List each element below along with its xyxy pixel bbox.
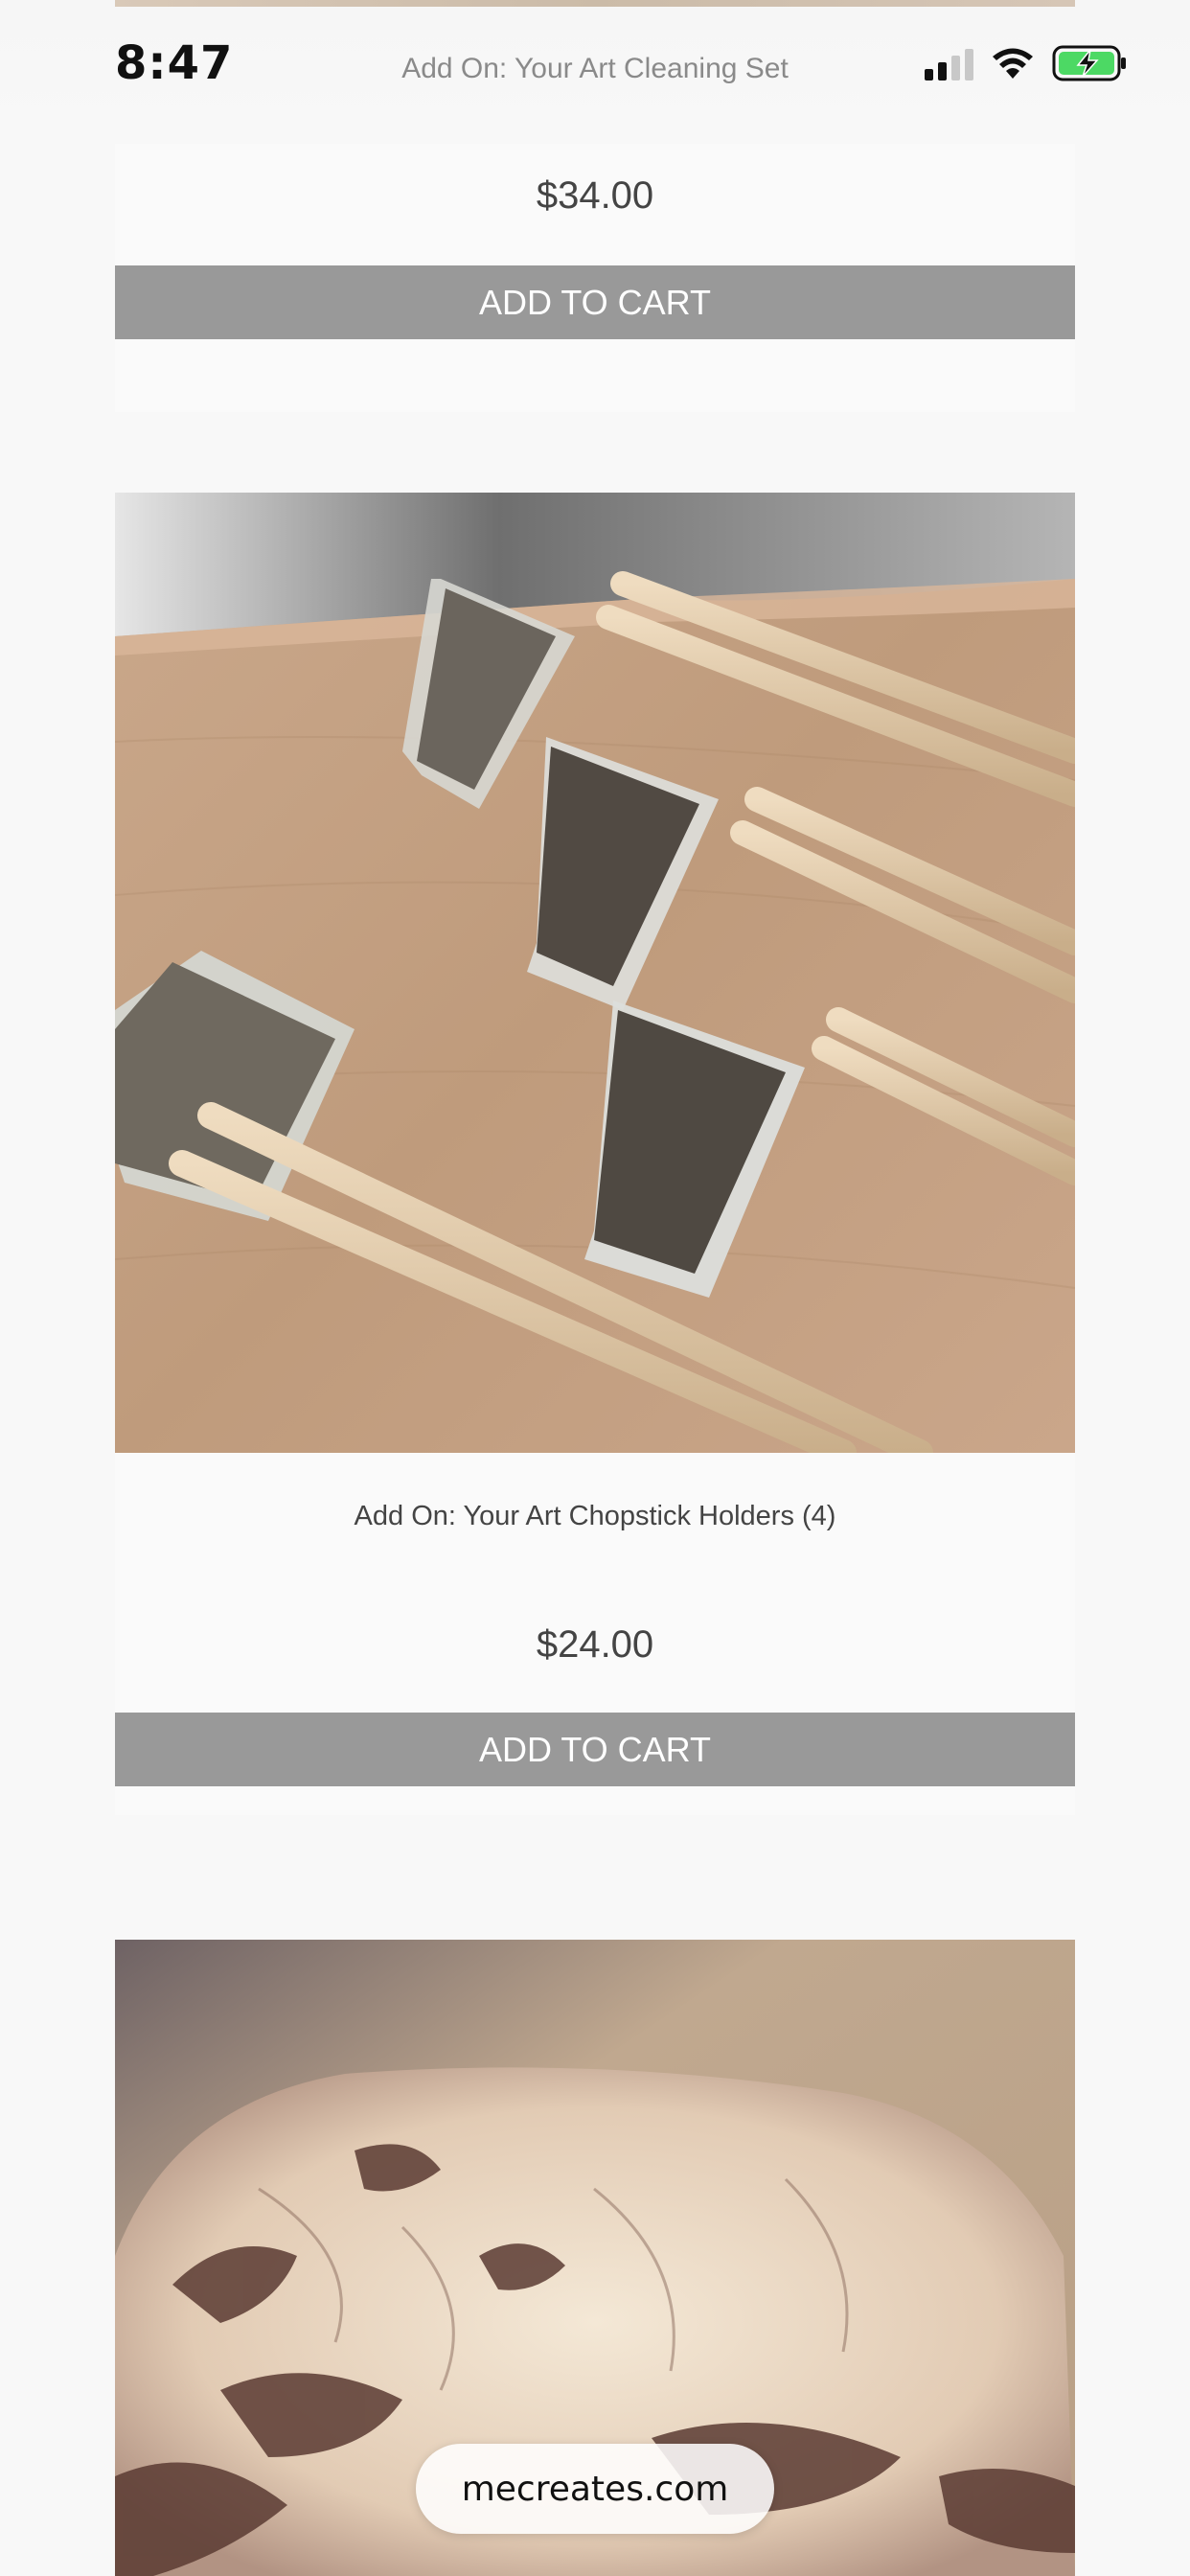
product-title[interactable]: Add On: Your Art Chopstick Holders (4) xyxy=(115,1501,1075,1532)
previous-product-image-edge xyxy=(115,0,1075,7)
status-icons xyxy=(925,42,1129,84)
page: $34.00 ADD TO CART Add On: Your Art Chop… xyxy=(0,0,1190,2576)
add-to-cart-button[interactable]: ADD TO CART xyxy=(115,1713,1075,1786)
product-price: $24.00 xyxy=(536,1623,654,1666)
add-to-cart-button[interactable]: ADD TO CART xyxy=(115,265,1075,339)
wifi-icon xyxy=(993,48,1033,79)
cellular-signal-icon xyxy=(925,46,973,80)
product-image[interactable] xyxy=(115,493,1075,1453)
status-bar: 8:47 Add On: Your Art Cleaning Set xyxy=(0,0,1190,144)
product-price: $34.00 xyxy=(536,174,654,217)
site-url-pill[interactable]: mecreates.com xyxy=(416,2444,774,2534)
battery-charging-icon xyxy=(1052,45,1126,81)
chopstick-holders-photo xyxy=(115,493,1075,1453)
product-card-chopstick-holders: Add On: Your Art Chopstick Holders (4) $… xyxy=(115,493,1075,1815)
